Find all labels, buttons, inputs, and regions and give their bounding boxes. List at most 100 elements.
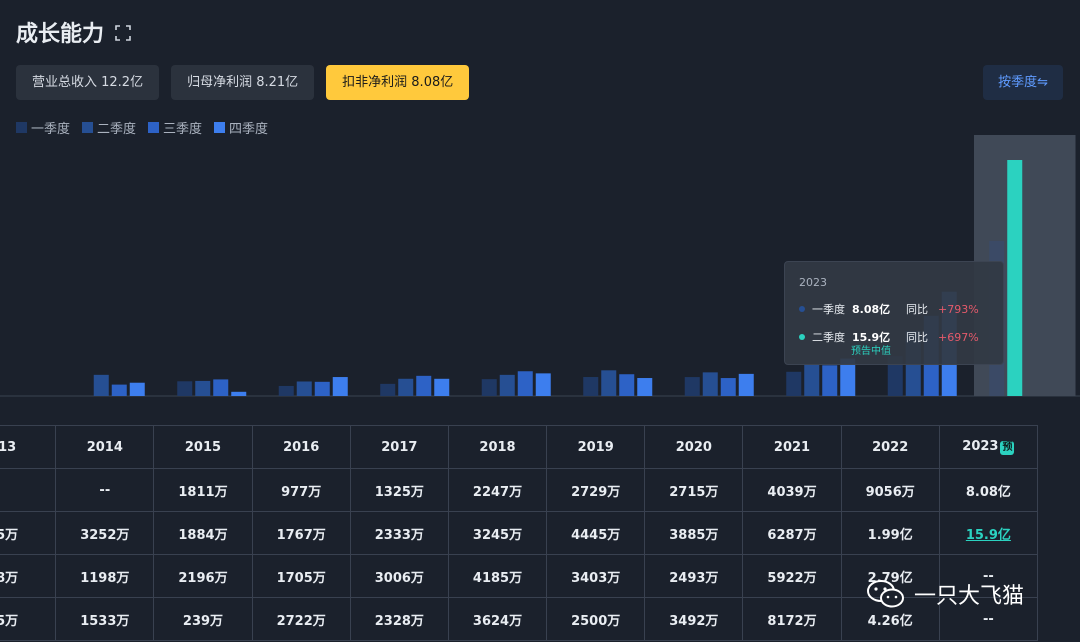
page-title-text: 成长能力 (16, 22, 105, 47)
bar-2020-一季度[interactable] (684, 377, 700, 396)
bar-2021-三季度[interactable] (822, 365, 838, 396)
table-cell: 9056万 (840, 468, 940, 512)
bar-2018-一季度[interactable] (481, 379, 497, 396)
table-cell (0, 468, 57, 512)
bar-2017-三季度[interactable] (416, 375, 432, 396)
tooltip-forecast-note: 预告中值 (851, 346, 891, 357)
bar-2020-四季度[interactable] (738, 373, 754, 396)
table-cell: 2196万 (153, 554, 253, 598)
quarter-mode-button[interactable]: 按季度⇋ (983, 65, 1063, 100)
table-cell: 2500万 (546, 597, 646, 641)
bar-2018-三季度[interactable] (517, 371, 533, 396)
bar-2016-一季度[interactable] (278, 385, 294, 396)
table-cell: 2493万 (644, 554, 744, 598)
bar-2014-二季度[interactable] (93, 374, 109, 396)
tab-net-profit[interactable]: 归母净利润 8.21亿 (171, 65, 315, 100)
watermark: 一只大飞猫 (866, 578, 1024, 610)
table-cell: 3492万 (644, 597, 744, 641)
bar-2015-三季度[interactable] (213, 379, 229, 396)
table-cell: 239万 (153, 597, 253, 641)
watermark-text: 一只大飞猫 (914, 584, 1025, 609)
table-cell: 2715万 (644, 468, 744, 512)
table-cell: 1767万 (251, 511, 351, 555)
bar-2019-一季度[interactable] (583, 377, 599, 396)
table-cell: 2328万 (349, 597, 449, 641)
forecast-badge: 预 (1000, 441, 1015, 455)
tooltip-yoy: +697% (938, 330, 979, 344)
tooltip-row-q1: 一季度 8.08亿 同比 +793% (799, 301, 989, 317)
bar-2017-四季度[interactable] (434, 378, 450, 396)
bar-2016-三季度[interactable] (314, 381, 330, 396)
table-cell: 3403万 (546, 554, 646, 598)
table-cell: 2722万 (251, 597, 351, 641)
bar-2021-二季度[interactable] (804, 364, 820, 396)
table-cell: 5万 (0, 597, 57, 641)
tooltip-dot (799, 334, 805, 340)
bar-2015-二季度[interactable] (195, 380, 211, 396)
table-cell: 4185万 (447, 554, 548, 598)
table-cell: 2247万 (447, 468, 548, 512)
table-cell: 6287万 (742, 511, 842, 555)
bar-2015-四季度[interactable] (231, 391, 247, 396)
bar-2014-四季度[interactable] (129, 382, 145, 396)
table-cell: 3006万 (349, 554, 449, 598)
bar-2017-一季度[interactable] (380, 383, 396, 396)
bar-2019-四季度[interactable] (637, 378, 653, 396)
tooltip-yoy-label: 同比 (906, 331, 928, 344)
tooltip-row-q2: 二季度 15.9亿 同比 +697% 预告中值 (799, 329, 989, 357)
forecast-value-link[interactable]: 15.9亿 (966, 528, 1011, 543)
bar-2021-一季度[interactable] (786, 371, 802, 396)
table-cell: -- (55, 468, 155, 512)
table-header-cell: 2015 (153, 425, 253, 469)
bar-2020-二季度[interactable] (702, 372, 718, 396)
table-cell: 3885万 (644, 511, 744, 555)
table-cell: 1705万 (251, 554, 351, 598)
table-header-cell: 2019 (546, 425, 646, 469)
bar-2023-二季度[interactable] (1007, 160, 1023, 396)
tooltip-year: 2023 (799, 276, 827, 289)
table-header-cell: 2014 (55, 425, 155, 469)
table-cell: 1198万 (55, 554, 155, 598)
tab-revenue[interactable]: 营业总收入 12.2亿 (16, 65, 160, 100)
table-cell: 1811万 (153, 468, 253, 512)
table-cell: 8.08亿 (938, 468, 1039, 512)
table-header-cell: 2020 (644, 425, 744, 469)
bar-2018-二季度[interactable] (499, 374, 515, 396)
table-cell: 4039万 (742, 468, 842, 512)
bar-2018-四季度[interactable] (535, 373, 551, 396)
wechat-icon (867, 580, 904, 608)
table-header-cell: 2021 (742, 425, 842, 469)
chart-tooltip: 2023 一季度 8.08亿 同比 +793% 二季度 15.9亿 同比 +69… (784, 261, 1004, 365)
table-cell: 977万 (251, 468, 351, 512)
table-cell: 3252万 (55, 511, 155, 555)
table-cell: 8172万 (742, 597, 842, 641)
table-cell: 2729万 (546, 468, 646, 512)
bar-2020-三季度[interactable] (720, 378, 736, 396)
table-cell: 1.99亿 (840, 511, 940, 555)
tab-deducted-net-profit[interactable]: 扣非净利润 8.08亿 (326, 65, 470, 100)
table-cell: 5万 (0, 511, 57, 555)
table-cell: 2333万 (349, 511, 449, 555)
bar-2017-二季度[interactable] (398, 378, 414, 396)
table-cell: 3245万 (447, 511, 548, 555)
bar-2019-二季度[interactable] (601, 370, 617, 396)
tooltip-yoy: +793% (938, 302, 979, 316)
table-header-text: 2023 (962, 439, 999, 454)
table-header-row: 13 2014 2015 2016 2017 2018 2019 2020 20… (0, 425, 1039, 469)
table-row: -- 1811万 977万 1325万 2247万 2729万 2715万 40… (0, 468, 1039, 512)
bar-2016-二季度[interactable] (296, 381, 312, 396)
table-header-cell: 2018 (447, 425, 548, 469)
bar-2015-一季度[interactable] (177, 381, 193, 396)
bar-2019-三季度[interactable] (619, 374, 635, 396)
tooltip-value: 8.08亿 (852, 303, 891, 316)
table-cell: 1325万 (349, 468, 449, 512)
tooltip-series: 一季度 (812, 303, 845, 316)
table-cell: 4445万 (546, 511, 646, 555)
table-cell: 1533万 (55, 597, 155, 641)
bar-2016-四季度[interactable] (332, 377, 348, 396)
bar-2014-三季度[interactable] (111, 384, 127, 396)
table-header-cell: 13 (0, 425, 57, 469)
table-cell: 15.9亿 (938, 511, 1039, 555)
table-header-cell: 2017 (349, 425, 449, 469)
expand-icon[interactable] (114, 23, 132, 41)
